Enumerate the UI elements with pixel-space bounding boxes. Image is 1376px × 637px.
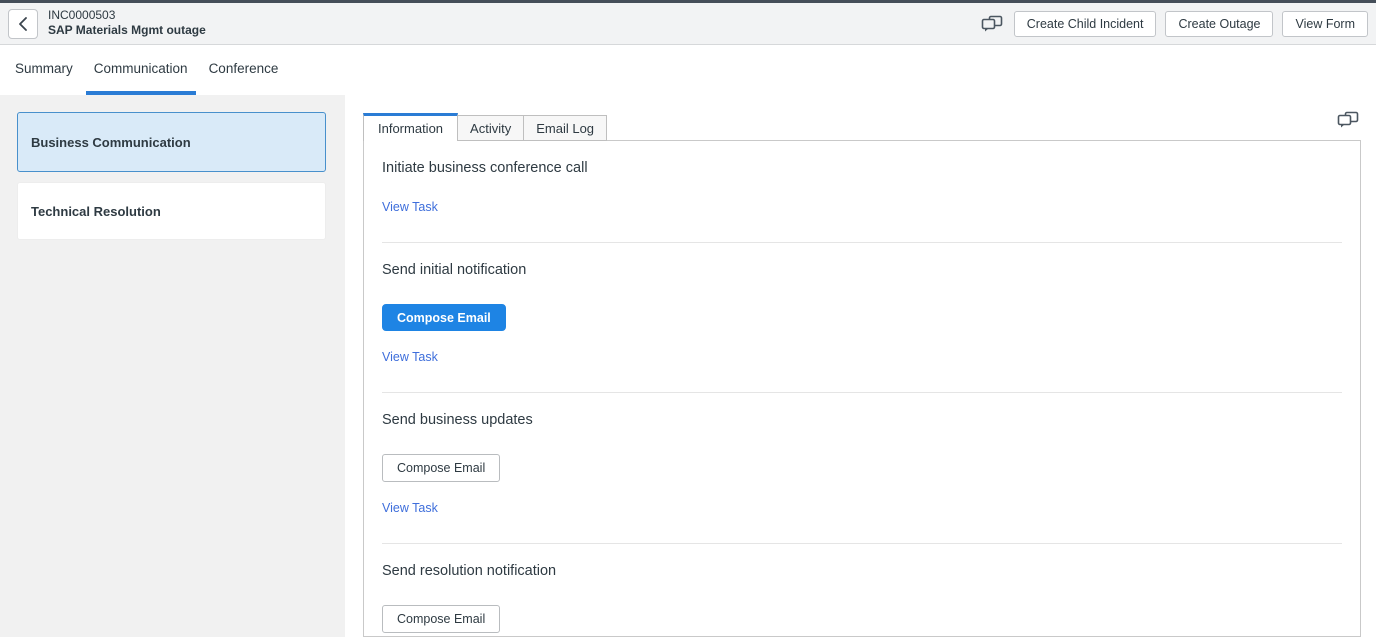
overlapping-windows-icon xyxy=(981,15,1003,33)
task-section-send-initial-notification: Send initial notification Compose Email … xyxy=(364,243,1360,366)
section-title: Send resolution notification xyxy=(382,544,1342,581)
sidebar-item-technical-resolution[interactable]: Technical Resolution xyxy=(17,182,326,240)
tab-activity[interactable]: Activity xyxy=(458,115,524,141)
incident-identity: INC0000503 SAP Materials Mgmt outage xyxy=(48,9,206,38)
create-outage-button[interactable]: Create Outage xyxy=(1165,11,1273,37)
tab-summary[interactable]: Summary xyxy=(7,45,81,95)
main-content: Information Activity Email Log Initiate … xyxy=(345,95,1376,637)
tab-communication[interactable]: Communication xyxy=(86,45,196,95)
view-form-button[interactable]: View Form xyxy=(1282,11,1368,37)
view-task-link[interactable]: View Task xyxy=(382,348,438,366)
communication-sidebar: Business Communication Technical Resolut… xyxy=(0,95,345,637)
create-child-incident-button[interactable]: Create Child Incident xyxy=(1014,11,1157,37)
sidebar-item-label: Business Communication xyxy=(31,135,191,150)
tab-email-log[interactable]: Email Log xyxy=(524,115,607,141)
sidebar-item-business-communication[interactable]: Business Communication xyxy=(17,112,326,172)
incident-number: INC0000503 xyxy=(48,9,206,23)
compose-email-button[interactable]: Compose Email xyxy=(382,605,500,633)
view-task-link[interactable]: View Task xyxy=(382,499,438,517)
workspace: Business Communication Technical Resolut… xyxy=(0,95,1376,637)
tab-conference[interactable]: Conference xyxy=(201,45,287,95)
incident-title: SAP Materials Mgmt outage xyxy=(48,24,206,38)
task-section-send-resolution-notification: Send resolution notification Compose Ema… xyxy=(364,544,1360,633)
compose-email-button[interactable]: Compose Email xyxy=(382,454,500,482)
header-actions: Create Child Incident Create Outage View… xyxy=(979,11,1368,37)
section-title: Send initial notification xyxy=(382,243,1342,280)
compose-email-button[interactable]: Compose Email xyxy=(382,304,506,331)
header-popout-icon[interactable] xyxy=(979,13,1005,35)
task-section-initiate-conference-call: Initiate business conference call View T… xyxy=(364,141,1360,216)
task-section-send-business-updates: Send business updates Compose Email View… xyxy=(364,393,1360,517)
chevron-left-icon xyxy=(18,17,28,31)
view-task-link[interactable]: View Task xyxy=(382,198,438,216)
tab-information[interactable]: Information xyxy=(363,113,458,141)
information-panel: Initiate business conference call View T… xyxy=(363,140,1361,637)
incident-header: INC0000503 SAP Materials Mgmt outage Cre… xyxy=(0,3,1376,45)
overlapping-windows-icon xyxy=(1337,111,1359,129)
panel-popout-icon[interactable] xyxy=(1335,109,1361,131)
section-title: Initiate business conference call xyxy=(382,141,1342,178)
section-title: Send business updates xyxy=(382,393,1342,430)
primary-tab-bar: Summary Communication Conference xyxy=(0,45,1376,95)
back-button[interactable] xyxy=(8,9,38,39)
sub-tab-bar: Information Activity Email Log xyxy=(363,113,1361,141)
sidebar-item-label: Technical Resolution xyxy=(31,204,161,219)
